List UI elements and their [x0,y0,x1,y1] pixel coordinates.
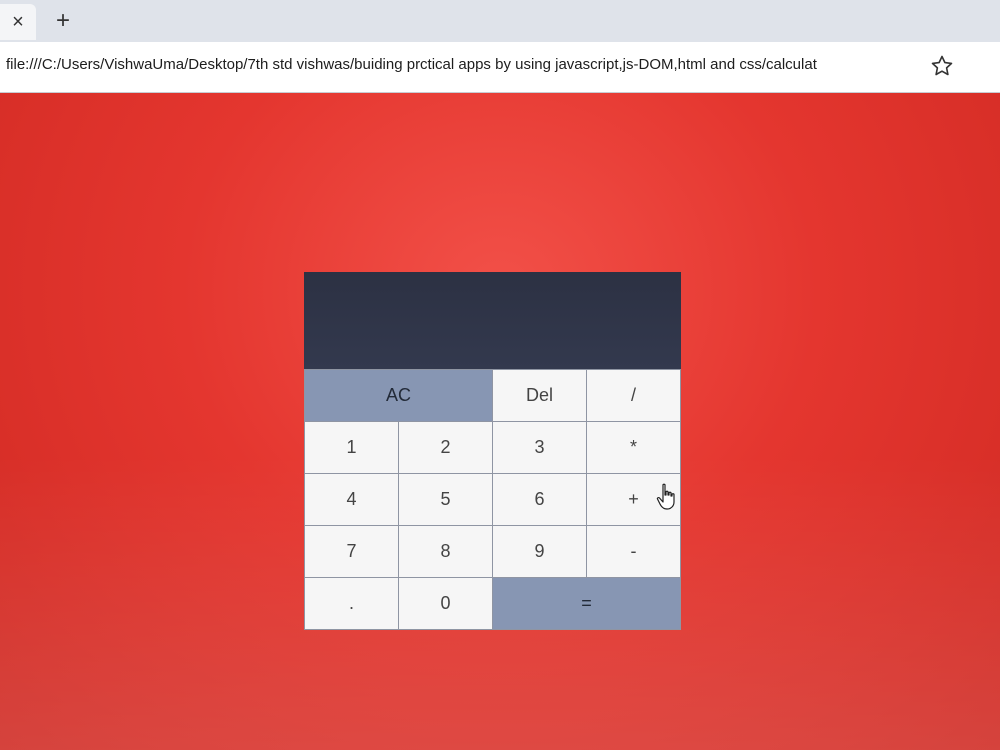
digit-8-button[interactable]: 8 [399,526,492,577]
decimal-button[interactable]: . [305,578,398,629]
digit-2-button[interactable]: 2 [399,422,492,473]
url-text[interactable]: file:///C:/Users/VishwaUma/Desktop/7th s… [6,56,926,73]
digit-5-button[interactable]: 5 [399,474,492,525]
calculator-keypad: AC Del/1 2 3 * 4 5 6 +7 8 9-. 0 = [304,369,681,630]
close-tab-button[interactable]: × [0,4,36,40]
digit-3-button[interactable]: 3 [493,422,586,473]
equals-button[interactable]: = [493,578,680,629]
digit-6-button[interactable]: 6 [493,474,586,525]
digit-9-button[interactable]: 9 [493,526,586,577]
delete-button[interactable]: Del [493,370,586,421]
calculator-display [304,272,681,369]
subtract-button[interactable]: - [587,526,680,577]
clear-button[interactable]: AC [305,370,492,421]
new-tab-button[interactable]: + [48,6,78,36]
hand-pointer-icon [656,483,675,510]
digit-4-button[interactable]: 4 [305,474,398,525]
calculator: AC Del/1 2 3 * 4 5 6 +7 8 9-. 0 = [304,272,681,630]
digit-0-button[interactable]: 0 [399,578,492,629]
tab-bar: × + [0,0,1000,42]
digit-7-button[interactable]: 7 [305,526,398,577]
address-bar[interactable]: file:///C:/Users/VishwaUma/Desktop/7th s… [0,42,1000,93]
multiply-button[interactable]: * [587,422,680,473]
star-icon[interactable] [930,54,954,78]
divide-button[interactable]: / [587,370,680,421]
digit-1-button[interactable]: 1 [305,422,398,473]
